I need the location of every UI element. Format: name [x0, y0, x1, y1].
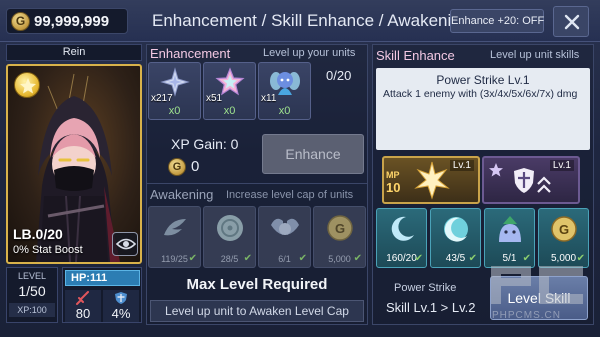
enhance-material-fairy[interactable]: x11 x0 [258, 62, 311, 120]
unit-portrait: LB.0/20 0% Stat Boost [6, 64, 142, 264]
star-small-icon [489, 163, 503, 177]
awakening-material-disc[interactable]: 28/5 ✔ [203, 206, 256, 268]
hp-bar: HP:111 [65, 270, 140, 286]
item-quantity: x11 [261, 93, 277, 104]
skill-book-slime[interactable]: 5/1 ✔ [484, 208, 535, 268]
awakening-subheading: Increase level cap of units [226, 189, 354, 201]
enhance-button[interactable]: Enhance [262, 134, 364, 174]
star-rank-icon [14, 72, 40, 98]
check-icon: ✔ [353, 253, 362, 264]
check-icon: ✔ [414, 253, 423, 264]
awaken-button[interactable]: Level up unit to Awaken Level Cap [150, 300, 364, 322]
slime-book-icon [499, 216, 521, 242]
skill-description: Attack 1 enemy with (3x/4x/5x/6x/7x) dmg [383, 88, 578, 100]
section-divider [146, 183, 368, 184]
gold-coin-icon: G [551, 216, 577, 242]
screen-title: Enhancement / Skill Enhance / Awakening [152, 11, 471, 30]
gold-coin-icon: G [327, 215, 353, 241]
skill-level-change: Skill Lv.1 > Lv.2 [386, 300, 476, 315]
shield-icon [115, 292, 127, 304]
gold-balance: G 99,999,999 [6, 8, 128, 34]
skill-level-tag: Lv.1 [449, 160, 474, 171]
attack-stat: 80 [65, 290, 101, 322]
skill-level-tag: Lv.1 [549, 160, 574, 171]
cyan-moon-book-icon [444, 217, 468, 242]
awakening-material-gold[interactable]: G 5,000 ✔ [313, 206, 366, 268]
gold-amount: 99,999,999 [34, 13, 110, 30]
skill-cost-gold[interactable]: G 5,000 ✔ [538, 208, 589, 268]
item-selected-count: x0 [223, 105, 236, 117]
svg-text:G: G [335, 221, 345, 236]
skill-name: Power Strike Lv.1 [436, 73, 530, 87]
unit-level-box: LEVEL 1/50 XP:100 [6, 267, 58, 323]
xp-gain-text: XP Gain: 0 [171, 136, 239, 152]
item-quantity: x217 [151, 93, 173, 104]
item-selected-count: x0 [168, 105, 181, 117]
feather-icon [164, 219, 186, 236]
enhance-material-rainbow-star[interactable]: x51 x0 [203, 62, 256, 120]
xp-value: XP:100 [9, 303, 55, 317]
blue-moon-book-icon [391, 216, 414, 241]
check-icon: ✔ [243, 253, 252, 264]
skill-slot-power-strike[interactable]: MP 10 Lv.1 [382, 156, 480, 204]
unit-name: Rein [6, 44, 142, 61]
disc-icon [217, 215, 243, 241]
gold-coin-icon: G [11, 12, 30, 31]
stat-boost-text: 0% Stat Boost [13, 244, 83, 256]
level-label: LEVEL [17, 271, 47, 281]
awakening-status: Max Level Required [186, 276, 328, 293]
guard-up-icon [514, 168, 551, 193]
watermark-logo-icon [491, 266, 583, 304]
material-count: 0/20 [326, 68, 352, 83]
sword-icon [76, 291, 89, 305]
enhance-gold-cost: 0 [191, 158, 200, 175]
eye-icon [116, 238, 136, 250]
skill-slot-guard[interactable]: Lv.1 [482, 156, 580, 204]
check-icon: ✔ [298, 253, 307, 264]
mp-value: 10 [386, 180, 401, 195]
skill-enhance-heading: Skill Enhance [376, 48, 455, 63]
limit-break-text: LB.0/20 [13, 226, 63, 242]
enhance-plus20-toggle[interactable]: Enhance +20: OFF [450, 9, 544, 33]
check-icon: ✔ [188, 253, 197, 264]
top-bar: G 99,999,999 Enhancement / Skill Enhance… [0, 0, 600, 42]
close-button[interactable] [553, 6, 589, 37]
enhance-material-silver-star[interactable]: x217 x0 [148, 62, 201, 120]
enhancement-section: Enhancement Level up your units x217 x0 … [146, 44, 368, 325]
power-strike-icon [414, 161, 450, 200]
defense-stat: 4% [103, 290, 139, 322]
skill-book-cyan[interactable]: 43/5 ✔ [430, 208, 481, 268]
awakening-heading: Awakening [150, 187, 214, 202]
awakening-material-emblem[interactable]: 6/1 ✔ [258, 206, 311, 268]
defense-value: 4% [111, 306, 131, 321]
enhancement-subheading: Level up your units [263, 47, 356, 59]
watermark-logo: PHPCMS.CN [487, 262, 594, 326]
selected-skill-label: Power Strike [394, 282, 457, 294]
check-icon: ✔ [468, 253, 477, 264]
mp-label: MP [386, 170, 400, 180]
enhancement-screen: G 99,999,999 Enhancement / Skill Enhance… [0, 0, 600, 337]
close-icon [564, 14, 580, 30]
watermark-text: PHPCMS.CN [492, 310, 562, 321]
skill-book-blue[interactable]: 160/20 ✔ [376, 208, 427, 268]
item-selected-count: x0 [278, 105, 291, 117]
view-unit-button[interactable] [112, 232, 138, 256]
enhancement-heading: Enhancement [150, 46, 231, 61]
unit-stats-box: HP:111 80 4% [62, 267, 142, 323]
svg-text:G: G [559, 222, 569, 237]
item-quantity: x51 [206, 93, 223, 104]
gold-coin-icon: G [168, 158, 186, 176]
wing-emblem-icon [271, 218, 299, 235]
skill-enhance-subheading: Level up unit skills [490, 49, 580, 61]
skill-description-box: Power Strike Lv.1 Attack 1 enemy with (3… [376, 68, 590, 150]
attack-value: 80 [75, 306, 91, 321]
level-value: 1/50 [18, 283, 46, 299]
awakening-material-feather[interactable]: 119/25 ✔ [148, 206, 201, 268]
